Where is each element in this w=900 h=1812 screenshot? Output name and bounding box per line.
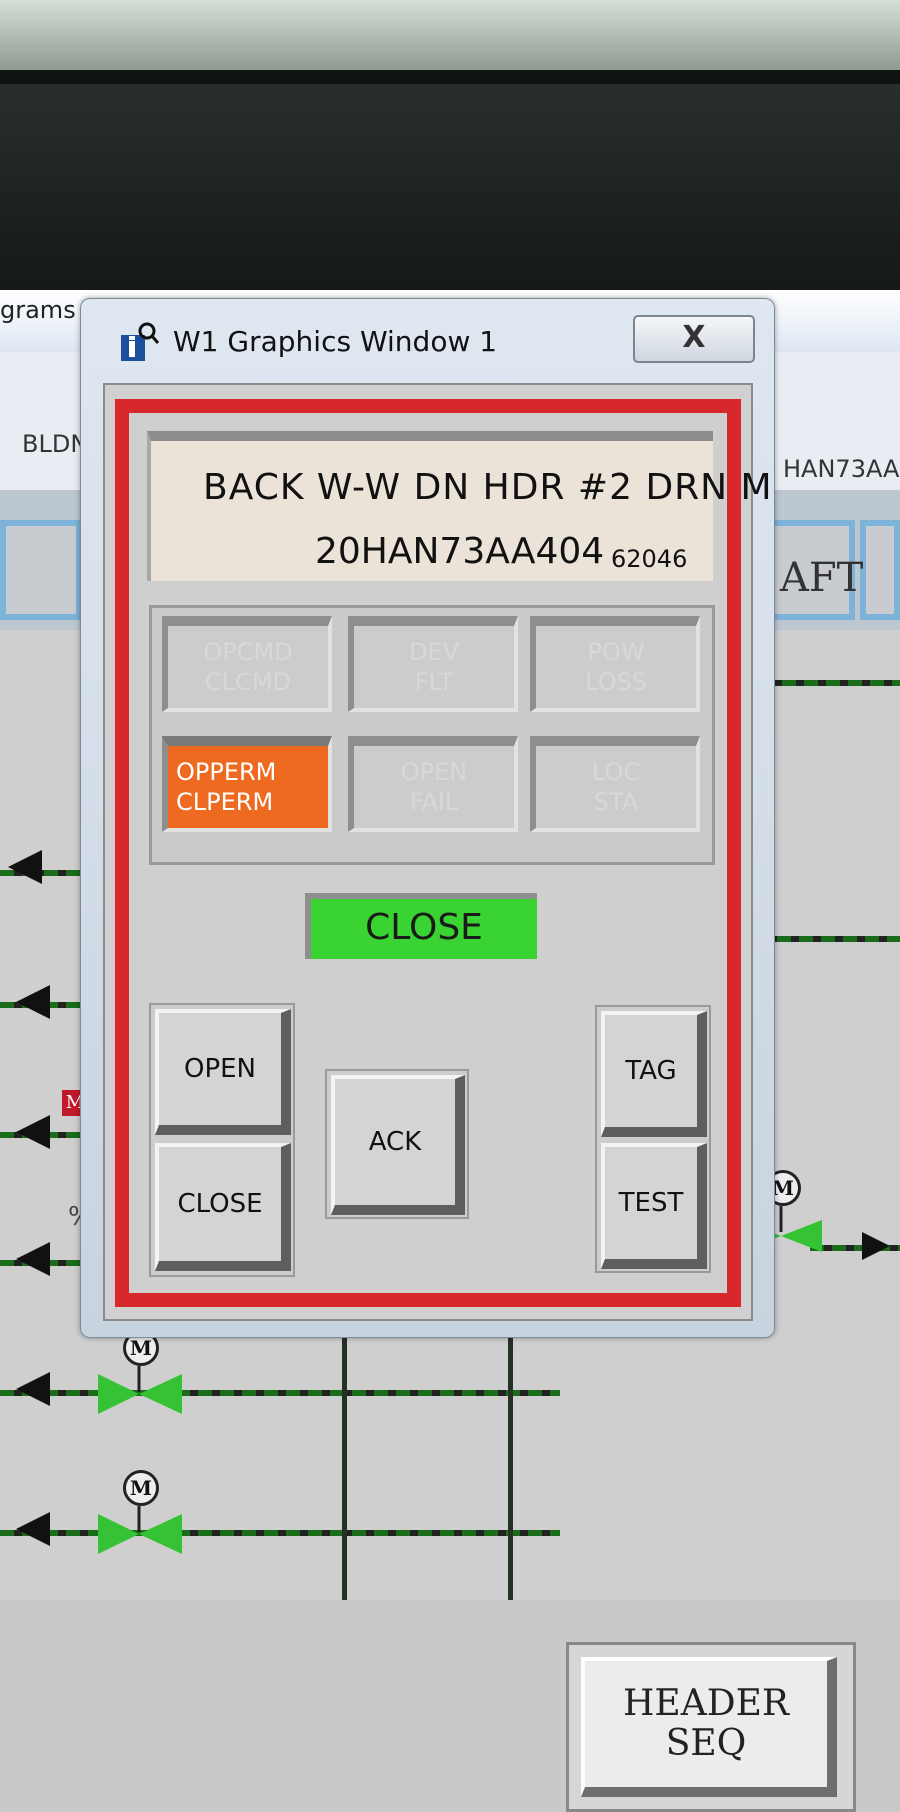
background-nav-tile[interactable]	[860, 520, 900, 620]
app-info-icon	[121, 322, 159, 361]
open-close-button-group: OPEN CLOSE	[149, 1003, 295, 1277]
window-close-button[interactable]: X	[633, 315, 755, 363]
test-button[interactable]: TEST	[601, 1143, 707, 1269]
monitor-bezel	[0, 0, 900, 300]
ack-button-frame: ACK	[325, 1069, 469, 1219]
pipe-line	[508, 1330, 513, 1600]
alarm-indicator-dev-flt: DEV FLT	[348, 616, 518, 712]
flow-arrow-icon	[16, 1372, 50, 1406]
valve-status-indicator: CLOSE	[305, 893, 537, 959]
tag-test-button-group: TAG TEST	[595, 1005, 711, 1273]
faceplate-info-box: BACK W-W DN HDR #2 DRN M 20HAN73AA404 62…	[147, 431, 772, 581]
background-menu-label[interactable]: grams	[0, 296, 76, 324]
pipe-line	[342, 1330, 347, 1600]
alarm-indicator-panel: OPCMD CLCMD DEV FLT POW LOSS OPPERM CLPE…	[149, 605, 715, 865]
header-seq-frame: HEADER SEQ	[566, 1642, 856, 1812]
open-button[interactable]: OPEN	[155, 1009, 291, 1135]
background-bldn-label: BLDN	[22, 430, 89, 458]
background-aft-label: AFT	[780, 555, 864, 601]
window-client-area: BACK W-W DN HDR #2 DRN M 20HAN73AA404 62…	[103, 383, 772, 1321]
pipe-line	[760, 680, 900, 686]
alarm-indicator-opcmd-clcmd: OPCMD CLCMD	[162, 616, 332, 712]
flow-arrow-icon	[16, 1242, 50, 1276]
graphics-window[interactable]: W1 Graphics Window 1 X BACK W-W DN HDR #…	[80, 298, 775, 1338]
valve-faceplate: BACK W-W DN HDR #2 DRN M 20HAN73AA404 62…	[115, 399, 772, 1307]
close-button[interactable]: CLOSE	[155, 1143, 291, 1271]
background-nav-tile[interactable]	[0, 520, 82, 620]
pipe-line	[755, 936, 900, 942]
ack-button[interactable]: ACK	[331, 1075, 465, 1215]
alarm-indicator-pow-loss: POW LOSS	[530, 616, 700, 712]
header-seq-button[interactable]: HEADER SEQ	[581, 1657, 837, 1797]
point-tag: 20HAN73AA404	[315, 531, 605, 572]
tag-button[interactable]: TAG	[601, 1011, 707, 1137]
pipe-line	[0, 1530, 560, 1536]
alarm-indicator-loc-sta: LOC STA	[530, 736, 700, 832]
alarm-indicator-open-fail: OPEN FAIL	[348, 736, 518, 832]
alarm-indicator-opperm-clperm: OPPERM CLPERM	[162, 736, 332, 832]
motor-valve-icon[interactable]: M	[96, 1470, 186, 1560]
background-tag-label: HAN73AA	[783, 455, 900, 483]
flow-arrow-icon	[8, 850, 42, 884]
motor-valve-icon[interactable]: M	[96, 1330, 186, 1420]
point-number: 62046	[611, 545, 688, 573]
pipe-line	[0, 1390, 560, 1396]
flow-arrow-icon	[862, 1232, 890, 1260]
window-title: W1 Graphics Window 1	[173, 325, 498, 358]
flow-arrow-icon	[16, 1512, 50, 1546]
flow-arrow-icon	[16, 1115, 50, 1149]
flow-arrow-icon	[16, 985, 50, 1019]
point-description: BACK W-W DN HDR #2 DRN M	[203, 467, 773, 508]
